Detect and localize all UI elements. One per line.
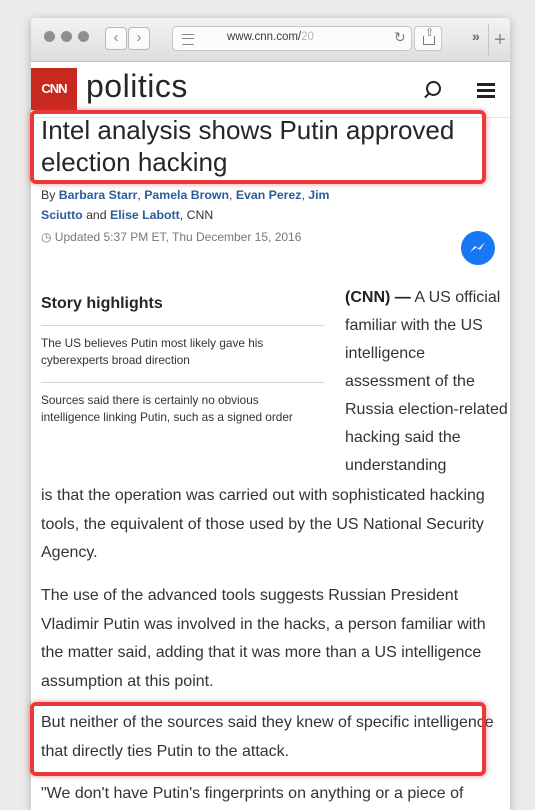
messenger-icon bbox=[470, 242, 485, 252]
overflow-chevron-icon[interactable]: » bbox=[472, 28, 480, 44]
paragraph: "We don't have Putin's fingerprints on a… bbox=[41, 785, 464, 802]
back-button[interactable]: ‹ bbox=[105, 27, 127, 50]
headline-annotation-box bbox=[30, 110, 486, 184]
lead-paragraph-continued: is that the operation was carried out wi… bbox=[41, 487, 485, 562]
cnn-logo[interactable]: CNN bbox=[31, 68, 77, 110]
author-link[interactable]: Barbara Starr bbox=[59, 188, 138, 202]
byline: By Barbara Starr, Pamela Brown, Evan Per… bbox=[41, 188, 330, 222]
forward-button[interactable]: › bbox=[128, 27, 150, 50]
address-bar[interactable]: www.cnn.com/20 ↻ bbox=[172, 26, 412, 51]
close-window-dot[interactable] bbox=[44, 31, 55, 42]
minimize-window-dot[interactable] bbox=[61, 31, 72, 42]
highlight-item: The US believes Putin most likely gave h… bbox=[41, 336, 264, 367]
divider bbox=[41, 382, 324, 383]
highlight-item: Sources said there is certainly no obvio… bbox=[41, 393, 293, 424]
section-title[interactable]: politics bbox=[86, 68, 188, 105]
updated-timestamp: ◷ Updated 5:37 PM ET, Thu December 15, 2… bbox=[41, 230, 302, 244]
paragraph-annotation-box bbox=[30, 702, 486, 776]
browser-toolbar: ‹ › www.cnn.com/20 ↻ ⇧ » + bbox=[31, 18, 510, 62]
author-link[interactable]: Evan Perez bbox=[236, 188, 302, 202]
paragraph: The use of the advanced tools suggests R… bbox=[41, 587, 486, 691]
story-highlights-title: Story highlights bbox=[41, 295, 163, 312]
author-link[interactable]: Elise Labott bbox=[110, 208, 180, 222]
zoom-window-dot[interactable] bbox=[78, 31, 89, 42]
url-text: www.cnn.com/20 bbox=[227, 31, 314, 43]
share-icon-box bbox=[423, 36, 435, 45]
reader-mode-icon[interactable] bbox=[182, 34, 194, 45]
search-icon[interactable] bbox=[426, 81, 441, 96]
hamburger-menu-icon[interactable] bbox=[477, 83, 495, 98]
share-button[interactable]: ⇧ bbox=[414, 26, 442, 51]
author-link[interactable]: Pamela Brown bbox=[144, 188, 229, 202]
dateline: (CNN) — bbox=[345, 289, 411, 306]
reload-icon[interactable]: ↻ bbox=[394, 29, 406, 46]
new-tab-button[interactable]: + bbox=[488, 24, 510, 56]
lead-paragraph-start: (CNN) — A US official familiar with the … bbox=[345, 289, 508, 474]
messenger-share-button[interactable] bbox=[461, 231, 495, 265]
divider bbox=[41, 325, 324, 326]
